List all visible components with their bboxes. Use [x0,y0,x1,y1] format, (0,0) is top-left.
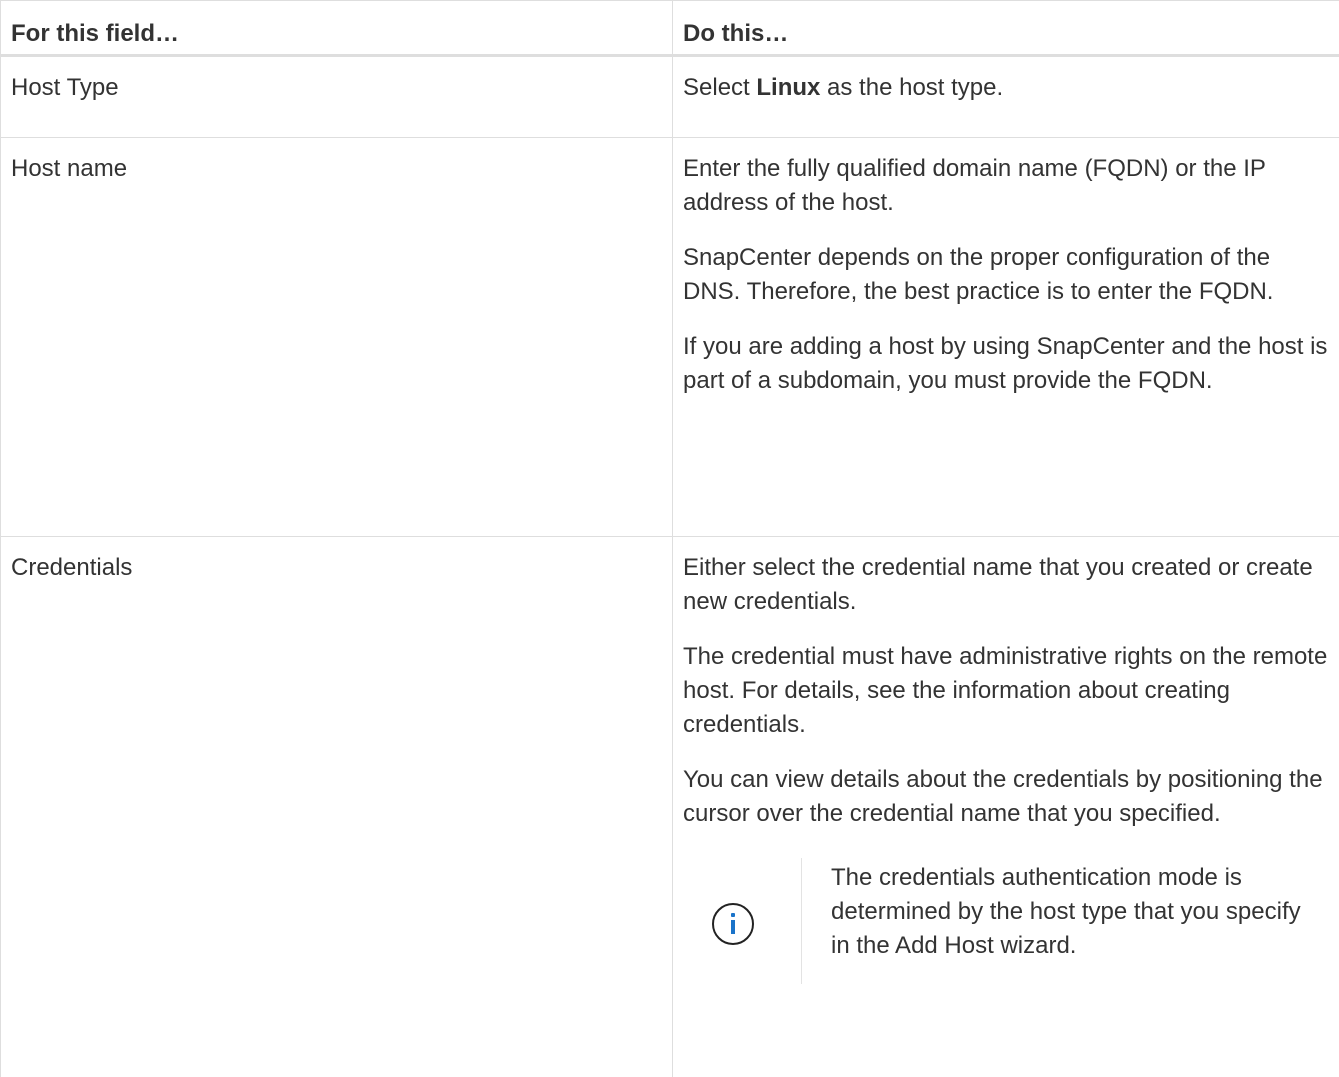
action-paragraph: Enter the fully qualified domain name (F… [683,152,1329,220]
field-name-cell: Credentials [1,537,673,1077]
action-cell: Select Linux as the host type. [673,56,1339,138]
action-paragraph: SnapCenter depends on the proper configu… [683,241,1329,309]
info-icon-stem [731,920,735,934]
host-type-value: Linux [756,74,820,101]
action-paragraph: If you are adding a host by using SnapCe… [683,330,1329,398]
note-text: The credentials authentication mode is d… [802,858,1301,984]
table-header-row: For this field… Do this… [1,1,1339,56]
field-name-cell: Host Type [1,56,673,138]
action-paragraph: You can view details about the credentia… [683,763,1329,831]
field-name-cell: Host name [1,138,673,537]
column-header-action: Do this… [673,1,1339,56]
action-cell: Enter the fully qualified domain name (F… [673,138,1339,537]
action-paragraph: Select Linux as the host type. [683,71,1329,105]
table-row-host-name: Host name Enter the fully qualified doma… [1,138,1339,537]
column-header-field: For this field… [1,1,673,56]
info-icon [712,903,754,945]
info-icon-dot [731,913,735,917]
note-icon-cell [683,858,802,984]
action-prefix: Select [683,74,756,101]
action-paragraph: The credential must have administrative … [683,640,1329,742]
info-note: The credentials authentication mode is d… [683,858,1329,984]
field-instructions-table: For this field… Do this… Host Type Selec… [0,0,1339,1077]
action-suffix: as the host type. [820,74,1003,101]
action-cell: Either select the credential name that y… [673,537,1339,1077]
table-header: For this field… Do this… [1,1,1339,56]
table-row-host-type: Host Type Select Linux as the host type. [1,56,1339,138]
action-paragraph: Either select the credential name that y… [683,551,1329,619]
table-row-credentials: Credentials Either select the credential… [1,537,1339,1077]
